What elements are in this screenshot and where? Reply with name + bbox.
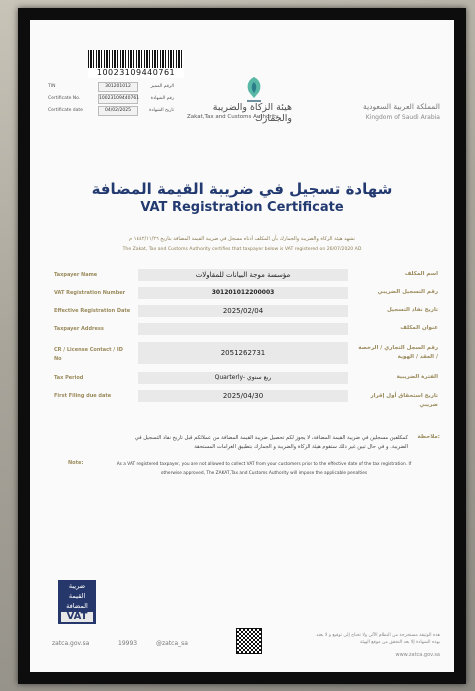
note-label-en: Note: (68, 460, 84, 466)
field-label-ar-tax-period: الفترة الضريبية (396, 374, 438, 380)
field-label-cr-license: CR / License Contact / ID No (54, 347, 123, 362)
kingdom-name-en: Kingdom of Saudi Arabia (365, 114, 440, 121)
date-label-ar: تاريخ الشهادة (149, 108, 174, 113)
field-value-tax-period: Quarterly- ربع سنوي (138, 372, 348, 384)
vat-logo-line2: القيمة (68, 592, 86, 600)
field-label-effective-date: Effective Registration Date (54, 308, 131, 314)
tin-value: 301201012 (98, 82, 138, 92)
tin-label-ar: الرقم المميز (150, 84, 174, 89)
cert-value: 10023109440761 (98, 94, 139, 104)
barcode-number: 10023109440761 (88, 68, 184, 78)
footer-disclaimer-ar: هذه الوثيقة مستخرجة من النظام الآلي ولا … (316, 633, 440, 645)
field-label-ar-taxpayer-name: اسم المكلف (404, 271, 438, 277)
qr-code (236, 628, 262, 654)
vat-logo: ضريبة القيمة المضافة VAT (58, 580, 96, 624)
field-label-vat-number: VAT Registration Number (54, 290, 126, 296)
vat-logo-line3: المضافة (66, 602, 88, 610)
field-value-taxpayer-name: مؤسسة موجة البيانات للمقاولات (138, 269, 348, 281)
cert-label: Certificate No. (48, 96, 81, 101)
vat-logo-line1: ضريبة (68, 582, 86, 590)
field-value-first-filing: 2025/04/30 (138, 390, 348, 402)
field-label-ar-cr-license: رقم السجل التجاري / الرخصة / العقد / اله… (358, 345, 438, 360)
footer-url: www.zatca.gov.sa (395, 652, 440, 658)
title-en: VAT Registration Certificate (140, 200, 344, 215)
note-text-en: As a VAT registered taxpayer, you are no… (116, 462, 412, 476)
field-label-taxpayer-name: Taxpayer Name (54, 272, 98, 278)
note-label-ar: ملاحظة: (417, 434, 440, 440)
footer-website: zatca.gov.sa (52, 640, 90, 647)
field-value-effective-date: 2025/02/04 (138, 305, 348, 317)
field-label-tax-period: Tax Period (54, 375, 84, 381)
field-label-address: Taxpayer Address (54, 326, 104, 332)
date-label: Certificate date (48, 108, 83, 113)
field-label-ar-address: عنوان المكلف (400, 325, 438, 331)
field-label-first-filing: First Filing due date (54, 393, 112, 399)
tin-label: TIN (48, 84, 56, 89)
document-frame: 10023109440761 TIN 301201012 الرقم الممي… (18, 8, 466, 684)
field-value-cr-license: 2051262731 (138, 342, 348, 364)
title-ar: شهادة تسجيل في ضريبة القيمة المضافة (91, 180, 393, 198)
field-label-ar-vat-number: رقم التسجيل الضريبي (377, 289, 439, 295)
kingdom-name-ar: المملكة العربية السعودية (363, 102, 440, 111)
statement-ar: تشهد هيئة الزكاة والضريبة والجمارك بأن ا… (129, 236, 355, 242)
field-value-address (138, 323, 348, 335)
footer-handle: @zatca_sa (156, 640, 188, 647)
authority-name-en: Zakat,Tax and Customs Authority (187, 114, 279, 120)
vat-logo-mark: VAT (61, 612, 93, 622)
cert-label-ar: رقم الشهادة (150, 96, 174, 101)
authority-name-ar: هيئة الزكاة والضريبة والجمارك (212, 102, 292, 124)
field-label-ar-effective-date: تاريخ نفاذ التسجيل (387, 307, 438, 313)
field-value-vat-number: 301201012200003 (138, 287, 348, 299)
note-text-ar: كمكلفين مسجلين في ضريبة القيمة المضافة، … (134, 435, 408, 450)
footer-phone: 19993 (118, 640, 138, 647)
date-value: 04/02/2025 (98, 106, 138, 116)
certificate-page: 10023109440761 TIN 301201012 الرقم الممي… (30, 20, 454, 672)
statement-en: The Zakat, Tax and Customs Authority cer… (122, 247, 362, 252)
field-label-ar-first-filing: تاريخ استحقاق أول إقرار ضريبي (370, 393, 438, 408)
